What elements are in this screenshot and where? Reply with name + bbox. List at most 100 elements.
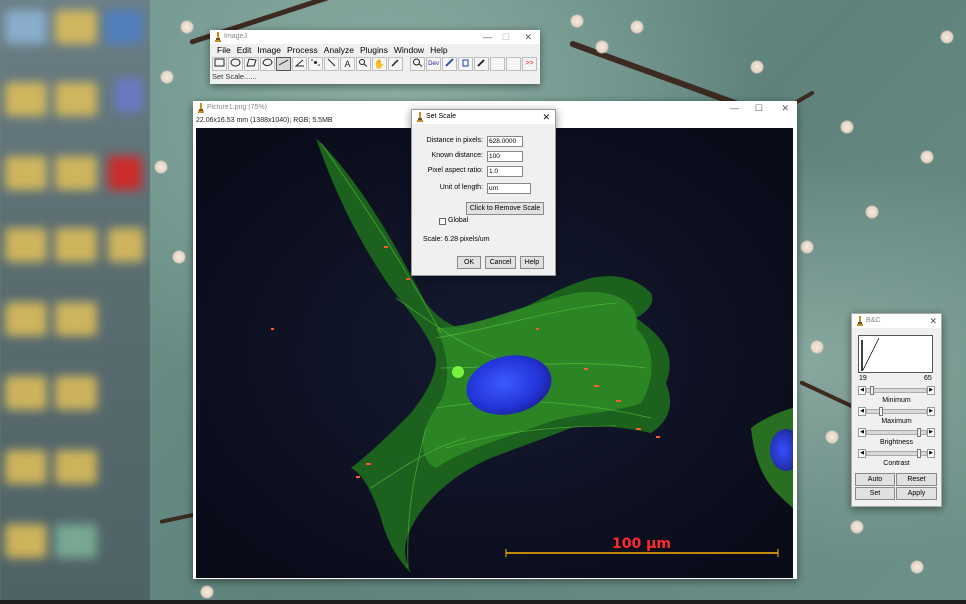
close-button[interactable]: ✕ — [542, 110, 550, 124]
desktop-app-icon[interactable] — [55, 524, 97, 558]
menu-file[interactable]: File — [214, 44, 234, 56]
right-arrow-icon[interactable]: ▶ — [927, 407, 935, 416]
more-tools-button[interactable]: >> — [522, 57, 537, 71]
desktop-folder-icon[interactable] — [5, 376, 47, 410]
wand-tool-icon[interactable] — [324, 57, 339, 71]
text-tool-icon[interactable]: A — [340, 57, 355, 71]
slider-thumb[interactable] — [917, 449, 922, 458]
oval-tool-icon[interactable] — [228, 57, 243, 71]
desktop-folder-icon[interactable] — [5, 524, 47, 558]
menu-window[interactable]: Window — [391, 44, 427, 56]
apply-button[interactable]: Apply — [896, 487, 937, 500]
flood-fill-icon[interactable] — [458, 57, 473, 71]
distance-in-pixels-input[interactable]: 628.0000 — [487, 136, 523, 147]
global-checkbox[interactable] — [439, 218, 446, 225]
slider-thumb[interactable] — [917, 428, 922, 437]
menu-process[interactable]: Process — [284, 44, 321, 56]
auto-button[interactable]: Auto — [855, 473, 895, 486]
menu-plugins[interactable]: Plugins — [357, 44, 391, 56]
cancel-button[interactable]: Cancel — [485, 256, 516, 269]
set-button[interactable]: Set — [855, 487, 895, 500]
image-window-title: Picture1.png (75%) — [207, 104, 267, 111]
straight-line-tool-icon[interactable] — [276, 57, 291, 71]
desktop-folder-icon[interactable] — [55, 82, 97, 116]
menu-image[interactable]: Image — [254, 44, 284, 56]
close-button[interactable]: ✕ — [929, 314, 937, 328]
dev-tool-button[interactable]: Dev — [426, 57, 441, 71]
bc-titlebar[interactable]: B&C ✕ — [852, 314, 941, 328]
right-arrow-icon[interactable]: ▶ — [927, 428, 935, 437]
left-arrow-icon[interactable]: ◀ — [858, 407, 866, 416]
desktop-folder-icon[interactable] — [55, 450, 97, 484]
slider-thumb[interactable] — [879, 407, 884, 416]
left-arrow-icon[interactable]: ◀ — [858, 428, 866, 437]
desktop-app-icon[interactable] — [108, 156, 142, 190]
minimize-button[interactable]: — — [730, 101, 739, 115]
slider-track[interactable] — [866, 409, 927, 414]
angle-tool-icon[interactable] — [292, 57, 307, 71]
magnifier-tool-icon[interactable] — [356, 57, 371, 71]
known-distance-input[interactable]: 100 — [487, 151, 523, 162]
set-scale-title: Set Scale — [426, 113, 456, 120]
desktop-folder-icon[interactable] — [55, 156, 97, 190]
menu-analyze[interactable]: Analyze — [321, 44, 357, 56]
set-scale-titlebar[interactable]: Set Scale ✕ — [412, 110, 555, 124]
desktop-folder-icon[interactable] — [5, 450, 47, 484]
hand-tool-icon[interactable]: ✋ — [372, 57, 387, 71]
color-picker-icon[interactable] — [388, 57, 403, 71]
reset-button[interactable]: Reset — [896, 473, 937, 486]
maximum-slider[interactable]: ◀ ▶ — [858, 407, 935, 416]
slider-track[interactable] — [866, 388, 927, 393]
help-button[interactable]: Help — [520, 256, 544, 269]
desktop-folder-icon[interactable] — [55, 10, 97, 44]
point-tool-icon[interactable] — [308, 57, 323, 71]
aspect-ratio-label: Pixel aspect ratio: — [427, 167, 483, 174]
remove-scale-button[interactable]: Click to Remove Scale — [466, 202, 544, 215]
right-arrow-icon[interactable]: ▶ — [927, 449, 935, 458]
empty-tool-slot[interactable] — [506, 57, 521, 71]
close-button[interactable]: ✕ — [781, 101, 789, 115]
menu-edit[interactable]: Edit — [234, 44, 255, 56]
desktop-folder-icon[interactable] — [55, 228, 97, 262]
desktop-folder-icon[interactable] — [5, 302, 47, 336]
close-button[interactable]: ✕ — [524, 30, 532, 44]
menu-help[interactable]: Help — [427, 44, 450, 56]
pixel-aspect-ratio-input[interactable]: 1.0 — [487, 166, 523, 177]
imagej-titlebar[interactable]: ImageJ — ☐ ✕ — [210, 30, 540, 44]
set-scale-dialog: Set Scale ✕ Distance in pixels: 628.0000… — [411, 109, 556, 276]
blossom — [595, 40, 609, 54]
bc-title: B&C — [866, 317, 881, 324]
imagej-main-window: ImageJ — ☐ ✕ File Edit Image Process Ana… — [210, 30, 540, 84]
desktop-folder-icon[interactable] — [55, 302, 97, 336]
ok-button[interactable]: OK — [457, 256, 481, 269]
pipette-tool-icon[interactable] — [474, 57, 489, 71]
unit-label: Unit of length: — [439, 184, 483, 191]
slider-thumb[interactable] — [869, 386, 874, 395]
desktop-folder-icon[interactable] — [5, 228, 47, 262]
maximize-button[interactable]: ☐ — [755, 101, 763, 115]
zoom-icon[interactable] — [410, 57, 425, 71]
contrast-label: Contrast — [883, 460, 910, 467]
left-arrow-icon[interactable]: ◀ — [858, 386, 866, 395]
right-arrow-icon[interactable]: ▶ — [927, 386, 935, 395]
desktop-folder-icon[interactable] — [108, 228, 144, 262]
unit-of-length-input[interactable]: um — [487, 183, 531, 194]
desktop-folder-icon[interactable] — [5, 156, 47, 190]
desktop-folder-icon[interactable] — [55, 376, 97, 410]
empty-tool-slot[interactable] — [490, 57, 505, 71]
known-distance-label: Known distance: — [431, 152, 483, 159]
rectangle-tool-icon[interactable] — [212, 57, 227, 71]
maximize-button[interactable]: ☐ — [502, 30, 510, 44]
desktop-folder-icon[interactable] — [5, 82, 47, 116]
desktop-folder-icon[interactable] — [5, 10, 47, 44]
freehand-tool-icon[interactable] — [260, 57, 275, 71]
minimize-button[interactable]: — — [483, 30, 492, 44]
brush-tool-icon[interactable] — [442, 57, 457, 71]
left-arrow-icon[interactable]: ◀ — [858, 449, 866, 458]
desktop-app-icon[interactable] — [105, 10, 143, 44]
brightness-slider[interactable]: ◀ ▶ — [858, 428, 935, 437]
minimum-slider[interactable]: ◀ ▶ — [858, 386, 935, 395]
desktop-app-icon[interactable] — [115, 78, 143, 112]
polygon-tool-icon[interactable] — [244, 57, 259, 71]
contrast-slider[interactable]: ◀ ▶ — [858, 449, 935, 458]
